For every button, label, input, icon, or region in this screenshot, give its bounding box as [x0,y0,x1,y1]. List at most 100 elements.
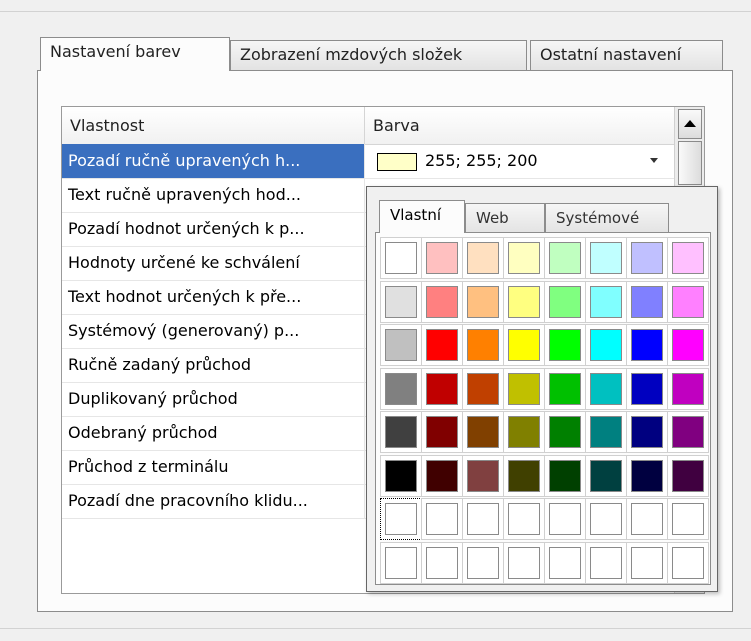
color-swatch [590,329,622,361]
chevron-down-icon[interactable] [650,158,658,163]
tab-other-settings[interactable]: Ostatní nastavení [530,40,723,70]
color-cell[interactable] [585,498,627,540]
color-cell[interactable] [585,454,627,497]
color-cell[interactable] [544,541,586,584]
color-cell[interactable] [503,324,545,366]
color-cell[interactable] [380,237,422,279]
color-cell[interactable] [585,324,627,366]
color-cell[interactable] [503,411,545,453]
color-cell[interactable] [421,498,463,540]
color-cell[interactable] [421,367,463,410]
color-cell[interactable] [462,324,504,366]
scroll-up-button[interactable] [678,109,702,139]
color-cell[interactable] [667,498,709,540]
color-cell[interactable] [585,411,627,453]
color-cell[interactable] [380,498,422,540]
color-cell[interactable] [667,454,709,497]
color-cell[interactable] [380,411,422,453]
table-row[interactable]: Pozadí ručně upravených h... 255; 255; 20… [62,144,674,179]
color-combo[interactable]: 255; 255; 200 [367,144,674,178]
picker-tab-custom[interactable]: Vlastní [379,200,465,233]
color-cell[interactable] [421,324,463,366]
color-cell[interactable] [626,541,668,584]
color-cell[interactable] [421,411,463,453]
color-cell[interactable] [462,454,504,497]
tab-label: Nastavení barev [50,42,181,61]
color-cell[interactable] [544,498,586,540]
color-swatch [549,416,581,448]
color-cell[interactable] [585,367,627,410]
color-cell[interactable] [503,280,545,323]
color-cell[interactable] [503,498,545,540]
tab-wage-components[interactable]: Zobrazení mzdových složek [230,40,527,70]
color-swatch [467,546,499,579]
color-cell[interactable] [380,541,422,584]
property-name: Pozadí ručně upravených h... [62,144,365,178]
color-cell[interactable] [667,411,709,453]
color-cell[interactable] [421,237,463,279]
tab-label: Ostatní nastavení [540,45,682,64]
color-cell[interactable] [462,237,504,279]
picker-tab-web[interactable]: Web [465,203,545,233]
color-cell[interactable] [462,367,504,410]
color-cell[interactable] [544,324,586,366]
color-swatch [426,416,458,448]
picker-tab-system[interactable]: Systémové [545,203,669,233]
color-swatch [426,459,458,492]
color-cell[interactable] [544,454,586,497]
color-cell[interactable] [626,280,668,323]
color-cell[interactable] [626,367,668,410]
color-swatch [508,329,540,361]
color-swatch [426,503,458,535]
color-cell[interactable] [667,324,709,366]
color-cell[interactable] [380,454,422,497]
color-swatch [549,329,581,361]
color-cell[interactable] [626,498,668,540]
color-cell[interactable] [462,411,504,453]
color-swatch [385,546,417,579]
column-header-property[interactable]: Vlastnost [62,107,365,144]
color-cell[interactable] [667,237,709,279]
color-cell[interactable] [585,280,627,323]
color-swatch [508,242,540,274]
color-cell[interactable] [585,237,627,279]
color-swatch [385,503,417,535]
color-swatch [631,329,663,361]
color-cell[interactable] [585,541,627,584]
color-swatch [549,459,581,492]
color-cell[interactable] [503,237,545,279]
color-cell[interactable] [667,367,709,410]
color-cell[interactable] [544,237,586,279]
color-cell[interactable] [421,454,463,497]
color-cell[interactable] [626,411,668,453]
color-cell[interactable] [667,541,709,584]
color-cell[interactable] [667,280,709,323]
color-cell[interactable] [462,498,504,540]
color-cell[interactable] [503,454,545,497]
color-swatch [467,329,499,361]
color-cell[interactable] [626,237,668,279]
color-cell[interactable] [503,541,545,584]
color-cell[interactable] [626,324,668,366]
color-cell[interactable] [380,324,422,366]
column-header-color[interactable]: Barva [365,107,674,144]
color-cell[interactable] [421,541,463,584]
color-cell[interactable] [544,411,586,453]
color-cell[interactable] [380,280,422,323]
property-name: Průchod z terminálu [62,450,365,484]
property-name: Hodnoty určené ke schválení [62,246,365,280]
color-cell[interactable] [503,367,545,410]
color-cell[interactable] [380,367,422,410]
color-cell[interactable] [626,454,668,497]
color-cell[interactable] [462,280,504,323]
picker-tab-label: Systémové [556,209,640,227]
color-cell[interactable] [421,280,463,323]
tab-color-settings[interactable]: Nastavení barev [40,37,230,71]
color-swatch [672,459,704,492]
color-cell[interactable] [462,541,504,584]
color-cell[interactable] [544,280,586,323]
scroll-thumb[interactable] [678,141,702,185]
color-cell[interactable] [544,367,586,410]
color-swatch [590,503,622,535]
window-top-edge [0,0,751,12]
